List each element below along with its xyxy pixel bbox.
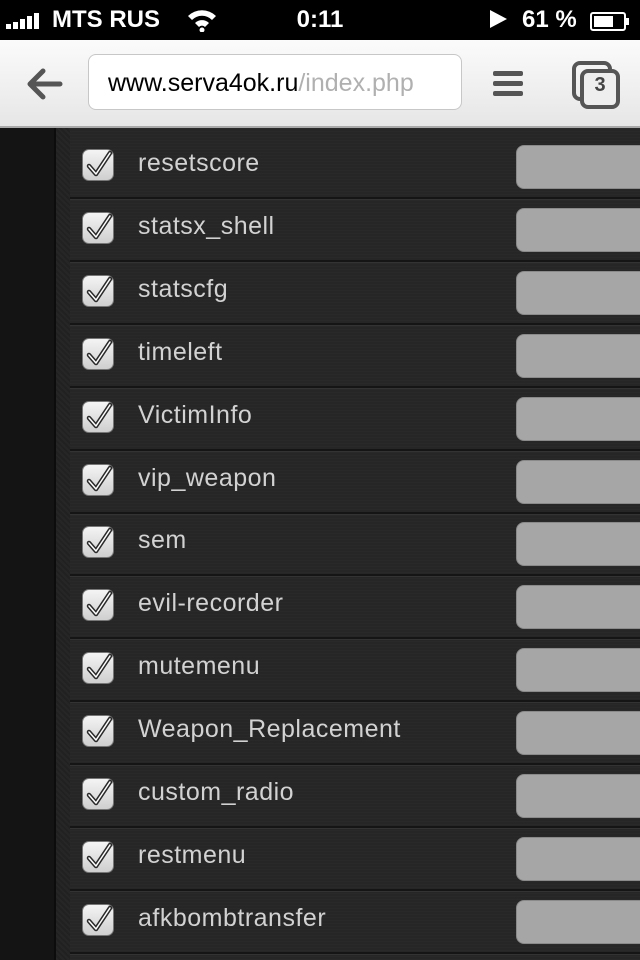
plugin-row: vip_weapon <box>70 450 640 514</box>
clock: 0:11 <box>296 6 344 33</box>
plugin-input-field[interactable] <box>516 774 640 818</box>
checkmark-icon <box>86 465 113 491</box>
checkmark-icon <box>86 653 113 680</box>
url-host: www.serva4ok.ru <box>108 69 299 97</box>
plugin-row: VictimInfo <box>70 387 640 451</box>
plugin-row: Weapon_Replacement <box>70 701 640 766</box>
plugin-checkbox[interactable] <box>82 211 114 244</box>
plugin-checkbox[interactable] <box>82 903 114 936</box>
plugin-input-field[interactable] <box>516 270 640 315</box>
plugin-name: evil-recorder <box>138 589 284 618</box>
plugin-row: resetscore <box>70 135 640 199</box>
plugin-checkbox[interactable] <box>82 149 114 181</box>
plugin-name: statsx_shell <box>138 211 275 240</box>
plugin-name: timeleft <box>138 337 223 366</box>
plugin-row: statsx_shell <box>70 198 640 262</box>
left-sidebar <box>0 128 56 960</box>
checkmark-icon <box>86 276 113 303</box>
plugin-input-field[interactable] <box>516 333 640 378</box>
back-arrow-icon[interactable] <box>22 62 66 106</box>
play-icon <box>487 8 509 37</box>
signal-strength-icon <box>6 13 39 29</box>
wifi-icon <box>186 8 218 39</box>
plugin-name: sem <box>138 526 187 555</box>
plugin-row: statscfg <box>70 261 640 325</box>
plugin-row: mutemenu <box>70 638 640 703</box>
plugin-input-field[interactable] <box>516 899 640 944</box>
plugin-name: VictimInfo <box>138 400 253 429</box>
plugin-checkbox[interactable] <box>82 589 114 622</box>
plugin-name: mutemenu <box>138 652 261 681</box>
plugin-name: afkbombtransfer <box>138 903 327 932</box>
plugin-name: vip_weapon <box>138 463 277 492</box>
plugin-row: restmenu <box>70 827 640 891</box>
plugin-input-field[interactable] <box>516 522 640 567</box>
plugin-checkbox[interactable] <box>82 840 114 873</box>
plugin-checkbox[interactable] <box>82 778 114 810</box>
plugin-input-field[interactable] <box>516 459 640 504</box>
plugin-name: custom_radio <box>138 778 295 806</box>
plugin-checkbox[interactable] <box>82 463 114 496</box>
plugin-input-field[interactable] <box>516 145 640 189</box>
tabs-button[interactable]: 3 <box>571 60 621 110</box>
plugin-name: Weapon_Replacement <box>138 715 401 744</box>
plugin-row: afkbombtransfer <box>70 890 640 954</box>
plugin-checkbox[interactable] <box>82 274 114 307</box>
plugin-name: restmenu <box>138 840 247 869</box>
checkmark-icon <box>86 591 113 617</box>
browser-toolbar: www.serva4ok.ru/index.php 3 <box>0 40 640 128</box>
checkmark-icon <box>86 528 113 554</box>
url-path: /index.php <box>298 69 414 97</box>
plugin-row: timeleft <box>70 324 640 388</box>
battery-icon <box>590 10 630 31</box>
plugin-input-field[interactable] <box>516 396 640 441</box>
plugin-checkbox[interactable] <box>82 652 114 685</box>
checkmark-icon <box>86 339 113 365</box>
checkmark-icon <box>86 716 113 743</box>
plugin-input-field[interactable] <box>516 585 640 630</box>
plugin-checkbox[interactable] <box>82 400 114 433</box>
plugin-row: sem <box>70 512 640 577</box>
checkmark-icon <box>86 905 113 932</box>
plugin-checkbox[interactable] <box>82 715 114 748</box>
checkmark-icon <box>86 213 113 240</box>
plugin-row: evil-recorder <box>70 575 640 640</box>
plugin-input-field[interactable] <box>516 648 640 693</box>
battery-percent: 61 % <box>522 6 577 33</box>
plugin-input-field[interactable] <box>516 711 640 756</box>
plugin-row: custom_radio <box>70 764 640 828</box>
checkmark-icon <box>86 779 113 806</box>
tab-count: 3 <box>594 74 606 96</box>
plugin-input-field[interactable] <box>516 836 640 881</box>
plugin-input-field[interactable] <box>516 207 640 252</box>
status-bar: MTS RUS 0:11 61 % <box>0 0 640 40</box>
plugin-checkbox[interactable] <box>82 337 114 370</box>
plugin-name: resetscore <box>138 149 260 177</box>
checkmark-icon <box>86 150 113 177</box>
menu-icon[interactable] <box>490 66 526 102</box>
plugin-checkbox[interactable] <box>82 526 114 559</box>
carrier-name: MTS RUS <box>52 6 160 33</box>
plugin-name: statscfg <box>138 274 229 303</box>
checkmark-icon <box>86 842 113 869</box>
checkmark-icon <box>86 402 113 428</box>
address-bar[interactable]: www.serva4ok.ru/index.php <box>88 54 462 110</box>
